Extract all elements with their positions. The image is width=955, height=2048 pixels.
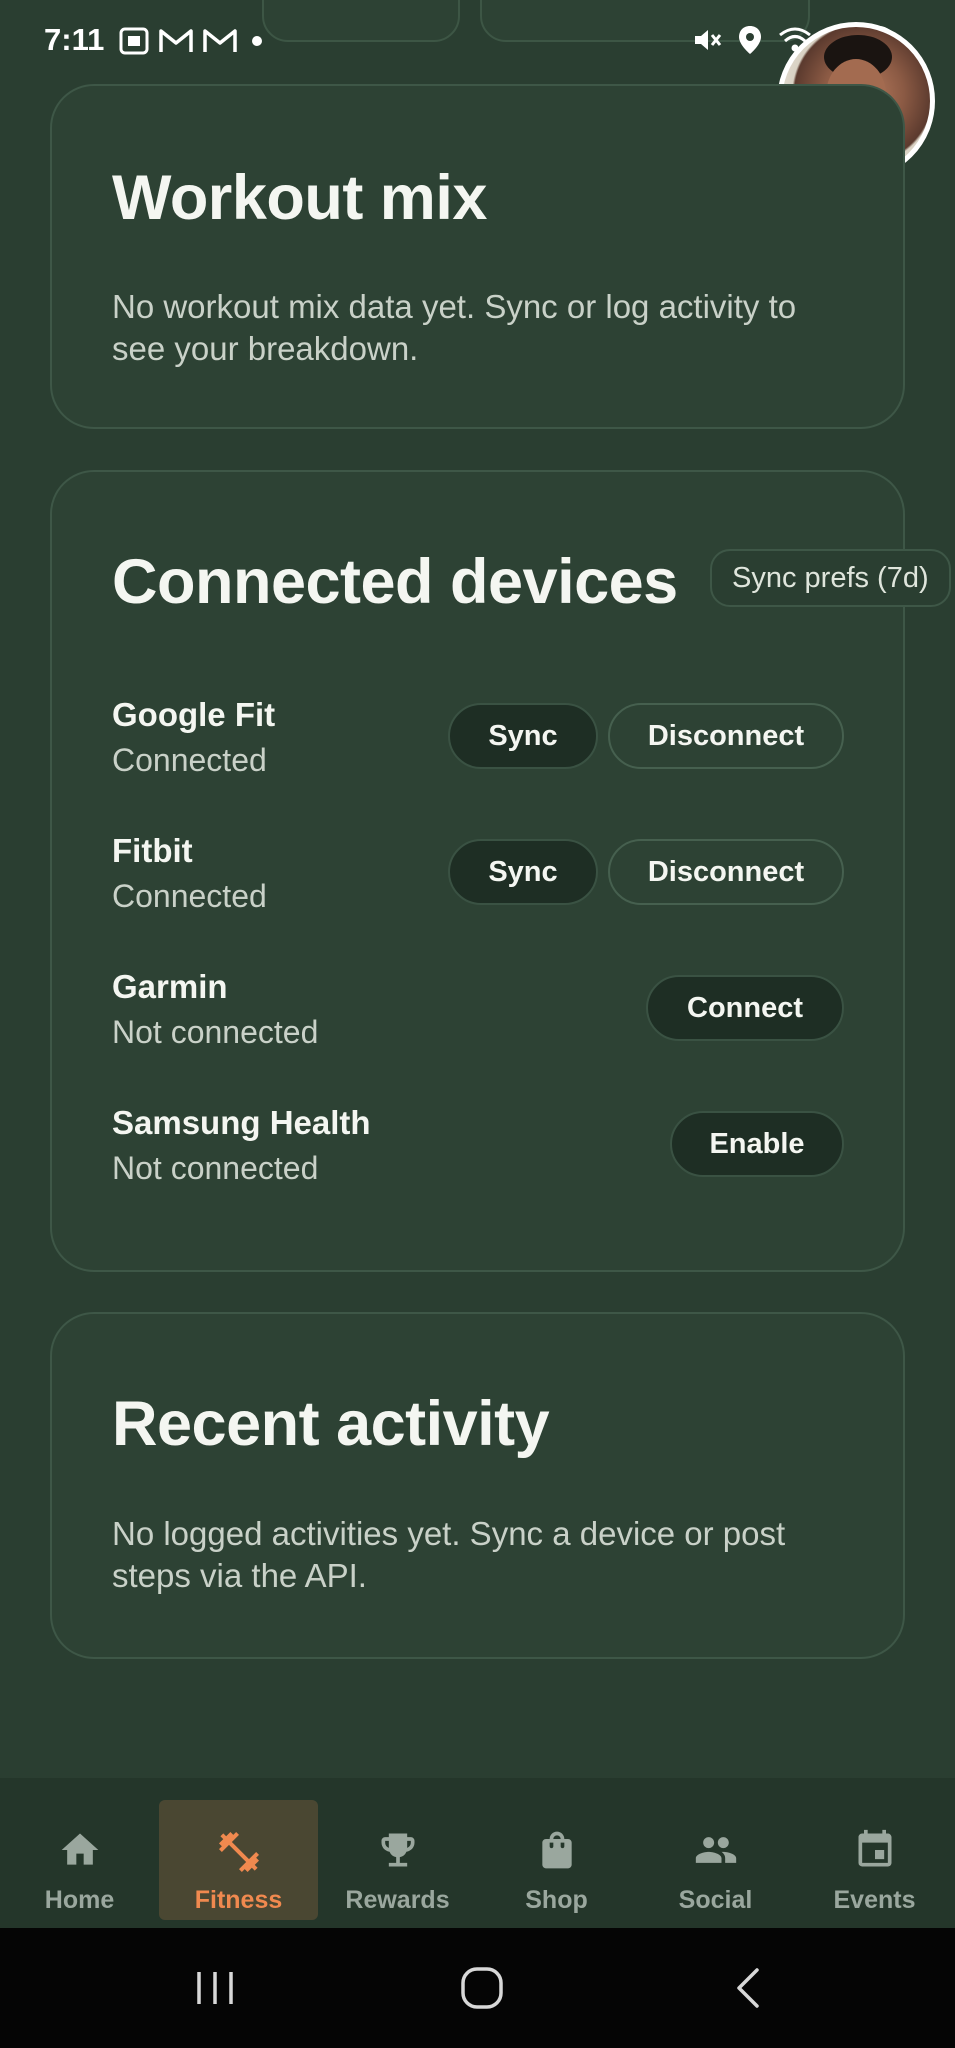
nav-item-shop[interactable]: Shop <box>477 1778 636 1928</box>
device-name-samsung-health: Samsung Health <box>112 1104 371 1141</box>
workout-mix-empty-text: No workout mix data yet. Sync or log act… <box>112 288 797 367</box>
notification-icons <box>118 26 268 61</box>
garmin-connect-button[interactable]: Connect <box>646 975 844 1041</box>
device-status-garmin: Not connected <box>112 1014 319 1050</box>
workout-mix-title: Workout mix <box>112 163 487 233</box>
google-fit-sync-button[interactable]: Sync <box>448 703 598 769</box>
trophy-icon <box>318 1828 477 1881</box>
mute-icon <box>691 24 723 61</box>
dot-icon <box>246 27 268 60</box>
recent-activity-title: Recent activity <box>112 1389 550 1459</box>
status-time: 7:11 <box>44 22 105 57</box>
nav-label-shop: Shop <box>525 1886 588 1914</box>
back-button[interactable] <box>684 1928 814 2048</box>
fitness-screen: 7:11 100 <box>0 0 955 2048</box>
samsung-health-enable-button[interactable]: Enable <box>670 1111 844 1177</box>
nav-item-rewards[interactable]: Rewards <box>318 1778 477 1928</box>
home-icon <box>0 1828 159 1881</box>
recent-activity-card: Recent activity No logged activities yet… <box>50 1312 905 1659</box>
workout-mix-card: Workout mix No workout mix data yet. Syn… <box>50 84 905 429</box>
screenshot-icon <box>118 26 150 61</box>
device-name-fitbit: Fitbit <box>112 832 193 869</box>
nav-item-fitness[interactable]: Fitness <box>159 1778 318 1928</box>
device-name-garmin: Garmin <box>112 968 228 1005</box>
device-status-fitbit: Connected <box>112 878 267 914</box>
nav-item-social[interactable]: Social <box>636 1778 795 1928</box>
sync-prefs-button[interactable]: Sync prefs (7d) <box>710 549 951 607</box>
nav-item-events[interactable]: Events <box>795 1778 954 1928</box>
location-icon <box>737 24 763 61</box>
calendar-icon <box>795 1828 954 1881</box>
connected-devices-title: Connected devices <box>112 547 678 617</box>
device-name-google-fit: Google Fit <box>112 696 276 733</box>
gmail-icon <box>158 27 194 60</box>
shopping-bag-icon <box>477 1828 636 1881</box>
device-status-samsung-health: Not connected <box>112 1150 319 1186</box>
nav-label-events: Events <box>833 1886 916 1914</box>
fitbit-sync-button[interactable]: Sync <box>448 839 598 905</box>
nav-item-home[interactable]: Home <box>0 1778 159 1928</box>
recent-activity-empty-text: No logged activities yet. Sync a device … <box>112 1515 786 1594</box>
nav-label-home: Home <box>44 1886 115 1914</box>
nav-label-social: Social <box>678 1886 753 1914</box>
home-button[interactable] <box>417 1928 547 2048</box>
bottom-nav: Home Fitness Rewards Shop Social Events <box>0 1778 955 1928</box>
nav-label-rewards: Rewards <box>345 1886 450 1914</box>
recents-button[interactable] <box>150 1928 280 2048</box>
device-status-google-fit: Connected <box>112 742 267 778</box>
system-nav-bar <box>0 1928 955 2048</box>
google-fit-disconnect-button[interactable]: Disconnect <box>608 703 844 769</box>
dumbbell-icon <box>159 1828 318 1885</box>
fitbit-disconnect-button[interactable]: Disconnect <box>608 839 844 905</box>
nav-label-fitness: Fitness <box>194 1886 283 1914</box>
people-icon <box>636 1828 795 1881</box>
gmail-icon <box>202 27 238 60</box>
